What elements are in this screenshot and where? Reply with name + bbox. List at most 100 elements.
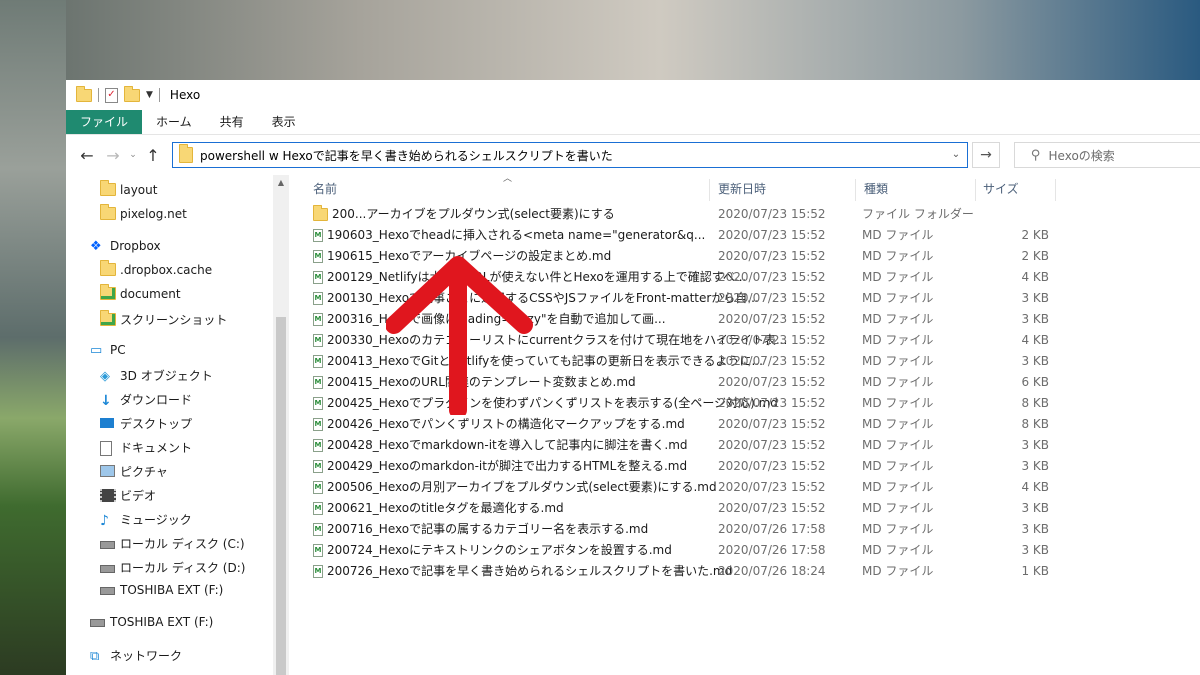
navigation-bar: ← → ⌄ ↑ powershell w Hexoで記事を早く書き始められるシェ… (66, 135, 1200, 175)
file-row[interactable]: 200724_Hexoにテキストリンクのシェアボタンを設置する.md 2020/0… (289, 540, 1200, 561)
file-row[interactable]: 200425_Hexoでプラグインを使わずパンくずリストを表示する(全ページ対応… (289, 393, 1200, 414)
column-header-date[interactable]: 更新日時 (718, 175, 766, 203)
file-row[interactable]: 200415_HexoのURL関連のテンプレート変数まとめ.md 2020/07/… (289, 372, 1200, 393)
forward-arrow-icon[interactable]: → (100, 146, 126, 165)
folder-icon (100, 180, 116, 197)
markdown-file-icon (313, 523, 323, 536)
sidebar-item-label: .dropbox.cache (120, 263, 213, 277)
file-name-suffix: で画像にloading="lazy"を自動で追加して画... (409, 312, 666, 326)
markdown-file-icon (313, 418, 323, 431)
file-name-suffix: でheadに挿入される<meta name="generator&q... (409, 228, 706, 242)
recent-locations-chevron-icon[interactable]: ⌄ (126, 150, 140, 160)
file-row[interactable]: 200429_Hexoのmarkdon-itが脚注で出力するHTMLを整える.m… (289, 456, 1200, 477)
sidebar-item[interactable]: ピクチャ (100, 463, 168, 480)
sidebar-item[interactable]: document (100, 284, 181, 301)
search-box[interactable]: ⚲ Hexoの検索 (1014, 142, 1200, 168)
navigation-scrollbar[interactable]: ▲ (273, 175, 289, 675)
column-header-type[interactable]: 種類 (864, 175, 888, 203)
column-divider[interactable] (975, 179, 976, 201)
sidebar-item[interactable]: .dropbox.cache (100, 260, 213, 277)
file-row[interactable]: 200621_Hexoのtitleタグを最適化する.md 2020/07/23 1… (289, 498, 1200, 519)
folder-icon[interactable] (76, 85, 92, 102)
explorer-window: ✓ ▼ Hexo ファイル ホーム 共有 表示 ← → ⌄ ↑ powershe… (66, 80, 1200, 675)
file-row[interactable]: 200428_Hexoでmarkdown-itを導入して記事内に脚注を書く.md… (289, 435, 1200, 456)
file-row[interactable]: 200726_Hexoで記事を早く書き始められるシェルスクリプトを書いた.md2… (289, 561, 1200, 582)
sidebar-item[interactable]: TOSHIBA EXT (F:) (90, 615, 213, 629)
file-size: 8 KB (1021, 417, 1049, 431)
customize-toolbar-icon[interactable]: ▼ (146, 90, 153, 100)
new-folder-icon[interactable] (124, 85, 140, 102)
up-arrow-icon[interactable]: ↑ (140, 146, 166, 165)
file-size: 2 KB (1021, 228, 1049, 242)
file-row[interactable]: 200506_Hexoの月別アーカイブをプルダウン式(select要素)にする.… (289, 477, 1200, 498)
sidebar-item[interactable]: ❖ Dropbox (90, 239, 161, 254)
chevron-down-icon[interactable]: ⌄ (945, 143, 967, 167)
sidebar-item[interactable]: ⧉ ネットワーク (90, 647, 182, 664)
file-row[interactable]: 200716_Hexoで記事の属するカテゴリー名を表示する.md 2020/07/… (289, 519, 1200, 540)
go-arrow-icon[interactable]: → (972, 142, 1000, 168)
back-arrow-icon[interactable]: ← (74, 146, 100, 165)
file-name: 200130_Hexo (327, 291, 410, 305)
file-name: 190603_Hexo (327, 228, 410, 242)
file-row[interactable]: 200330_Hexoのカテゴリーリストにcurrentクラスを付けて現在地をハ… (289, 330, 1200, 351)
sidebar-item-label: TOSHIBA EXT (F:) (110, 615, 214, 629)
file-date: 2020/07/23 15:52 (718, 249, 826, 263)
sidebar-item[interactable]: ↓ ダウンロード (100, 391, 192, 409)
file-row[interactable]: 200426_Hexoでパンくずリストの構造化マークアップをする.md 2020/… (289, 414, 1200, 435)
sidebar-item[interactable]: ♪ ミュージック (100, 511, 192, 529)
sidebar-item[interactable]: ビデオ (100, 487, 156, 504)
file-size: 3 KB (1021, 522, 1049, 536)
file-date: 2020/07/23 15:52 (718, 480, 826, 494)
sidebar-item[interactable]: デスクトップ (100, 415, 192, 432)
file-name: 200... (332, 207, 367, 221)
scroll-up-icon[interactable]: ▲ (273, 175, 289, 191)
column-divider[interactable] (1055, 179, 1056, 201)
tab-home[interactable]: ホーム (142, 110, 206, 134)
file-row[interactable]: 190603_Hexoでheadに挿入される<meta name="genera… (289, 225, 1200, 246)
tab-file[interactable]: ファイル (66, 110, 143, 134)
file-size: 3 KB (1021, 438, 1049, 452)
sidebar-item-label: pixelog.net (120, 207, 187, 221)
network-icon: ⧉ (90, 648, 100, 664)
column-header-row: ︿ 名前 更新日時 種類 サイズ (289, 174, 1200, 203)
file-type: MD ファイル (862, 270, 934, 284)
file-type: MD ファイル (862, 543, 934, 557)
file-row[interactable]: 200130_Hexoで記事ごとに適用するCSSやJSファイルをFront-ma… (289, 288, 1200, 309)
drive-icon (100, 561, 115, 575)
sidebar-item[interactable]: ▭ PC (90, 343, 126, 358)
file-row[interactable]: 190615_Hexoでアーカイブページの設定まとめ.md 2020/07/23 … (289, 246, 1200, 267)
file-row[interactable]: 200... アーカイブをプルダウン式(select要素)にする 2020/07/2… (289, 204, 1200, 225)
address-path[interactable]: powershell w Hexoで記事を早く書き始められるシェルスクリプトを書… (200, 147, 613, 164)
sidebar-item[interactable]: pixelog.net (100, 204, 187, 221)
file-row[interactable]: 200316_Hexoで画像にloading="lazy"を自動で追加して画..… (289, 309, 1200, 330)
synced-folder-icon (100, 309, 116, 327)
markdown-file-icon (313, 355, 323, 368)
properties-icon[interactable]: ✓ (105, 87, 118, 103)
sidebar-item-label: ピクチャ (120, 465, 168, 479)
folder-icon (179, 144, 193, 163)
tab-share[interactable]: 共有 (206, 110, 258, 134)
search-placeholder[interactable]: Hexoの検索 (1049, 147, 1115, 164)
file-name: 200428_Hexoでmarkdown-itを導入して記事内に脚注を書く.md (327, 438, 688, 452)
sidebar-item[interactable]: TOSHIBA EXT (F:) (100, 583, 223, 597)
sidebar-item[interactable]: ◈ 3D オブジェクト (100, 367, 213, 384)
column-header-name[interactable]: 名前 (313, 175, 337, 203)
sidebar-item[interactable]: スクリーンショット (100, 309, 227, 328)
column-header-size[interactable]: サイズ (983, 175, 1019, 203)
file-name: 190615_Hexo (327, 249, 410, 263)
scrollbar-thumb[interactable] (276, 317, 286, 675)
ribbon-tabs: ファイル ホーム 共有 表示 (66, 110, 1200, 135)
sidebar-item[interactable]: ローカル ディスク (D:) (100, 559, 245, 576)
file-row[interactable]: 200413_HexoでGitとNetlifyを使っていても記事の更新日を表示で… (289, 351, 1200, 372)
file-row[interactable]: 200129_Netlifyは大文字URLが使えない件とHexoを運用する上で確… (289, 267, 1200, 288)
column-divider[interactable] (855, 179, 856, 201)
column-divider[interactable] (709, 179, 710, 201)
sidebar-item[interactable]: layout (100, 180, 157, 197)
address-bar[interactable]: powershell w Hexoで記事を早く書き始められるシェルスクリプトを書… (172, 142, 968, 168)
file-date: 2020/07/26 17:58 (718, 522, 826, 536)
sidebar-item[interactable]: ローカル ディスク (C:) (100, 535, 245, 552)
markdown-file-icon (313, 292, 323, 305)
file-name: 200413_HexoでGitとNetlifyを使っていても記事の更新日を表示で… (327, 354, 763, 368)
tab-view[interactable]: 表示 (258, 110, 310, 134)
sidebar-item[interactable]: ドキュメント (100, 439, 192, 456)
